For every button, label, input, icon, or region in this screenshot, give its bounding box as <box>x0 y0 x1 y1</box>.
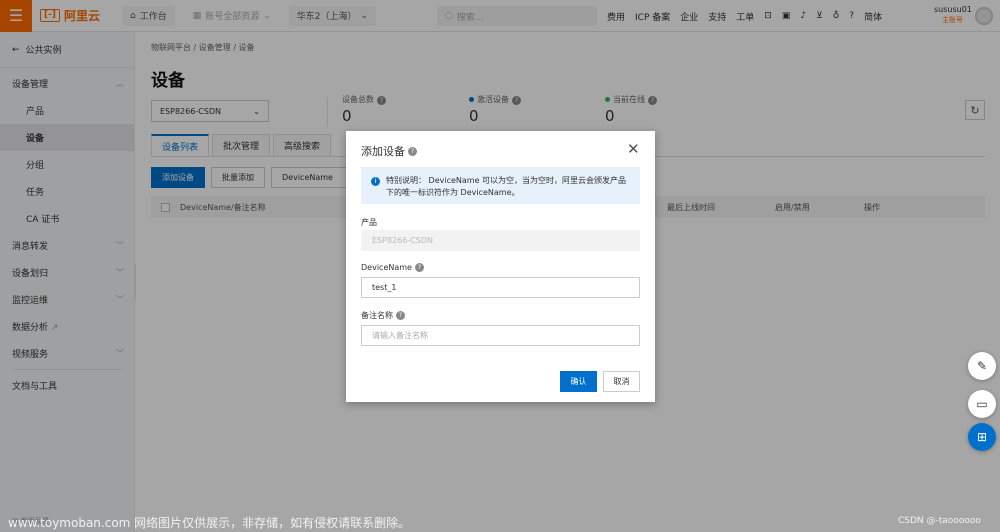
info-icon: i <box>371 177 380 186</box>
add-device-dialog: 添加设备 ? ✕ i 特别说明： DeviceName 可以为空，当为空时，阿里… <box>346 131 655 402</box>
dialog-title-text: 添加设备 <box>361 145 405 158</box>
devicename-input[interactable]: test_1 <box>361 277 640 298</box>
product-field: ESP8266-CSDN <box>361 230 640 251</box>
note-label: 备注名称 ? <box>361 310 405 321</box>
help-icon[interactable]: ? <box>396 311 405 320</box>
info-banner: i 特别说明： DeviceName 可以为空，当为空时，阿里云会颁发产品下的唯… <box>361 167 640 204</box>
product-label: 产品 <box>361 218 377 227</box>
watermark-right: CSDN @-taoooooo <box>898 516 981 526</box>
help-icon[interactable]: ? <box>414 263 424 272</box>
devicename-label-text: DeviceName <box>361 263 412 272</box>
grid-icon: ⊞ <box>976 430 988 444</box>
close-icon[interactable]: ✕ <box>627 140 640 158</box>
info-text: 特别说明： DeviceName 可以为空，当为空时，阿里云会颁发产品下的唯一标… <box>386 176 627 197</box>
help-icon[interactable]: ? <box>408 146 417 156</box>
watermark-left: www.toymoban.com 网络图片仅供展示，非存储，如有侵权请联系删除。 <box>8 516 411 530</box>
cancel-button[interactable]: 取消 <box>603 371 640 392</box>
note-input[interactable]: 请输入备注名称 <box>361 325 640 346</box>
chat-icon: ▭ <box>976 397 988 411</box>
devicename-label: DeviceName ? <box>361 263 424 272</box>
edit-icon: ✎ <box>976 359 988 373</box>
dialog-title: 添加设备 ? <box>361 143 417 159</box>
apps-button[interactable]: ⊞ <box>968 423 996 451</box>
note-label-text: 备注名称 <box>361 311 393 320</box>
confirm-button[interactable]: 确认 <box>560 371 597 392</box>
chat-button[interactable]: ▭ <box>968 390 996 418</box>
edit-feedback-button[interactable]: ✎ <box>968 352 996 380</box>
